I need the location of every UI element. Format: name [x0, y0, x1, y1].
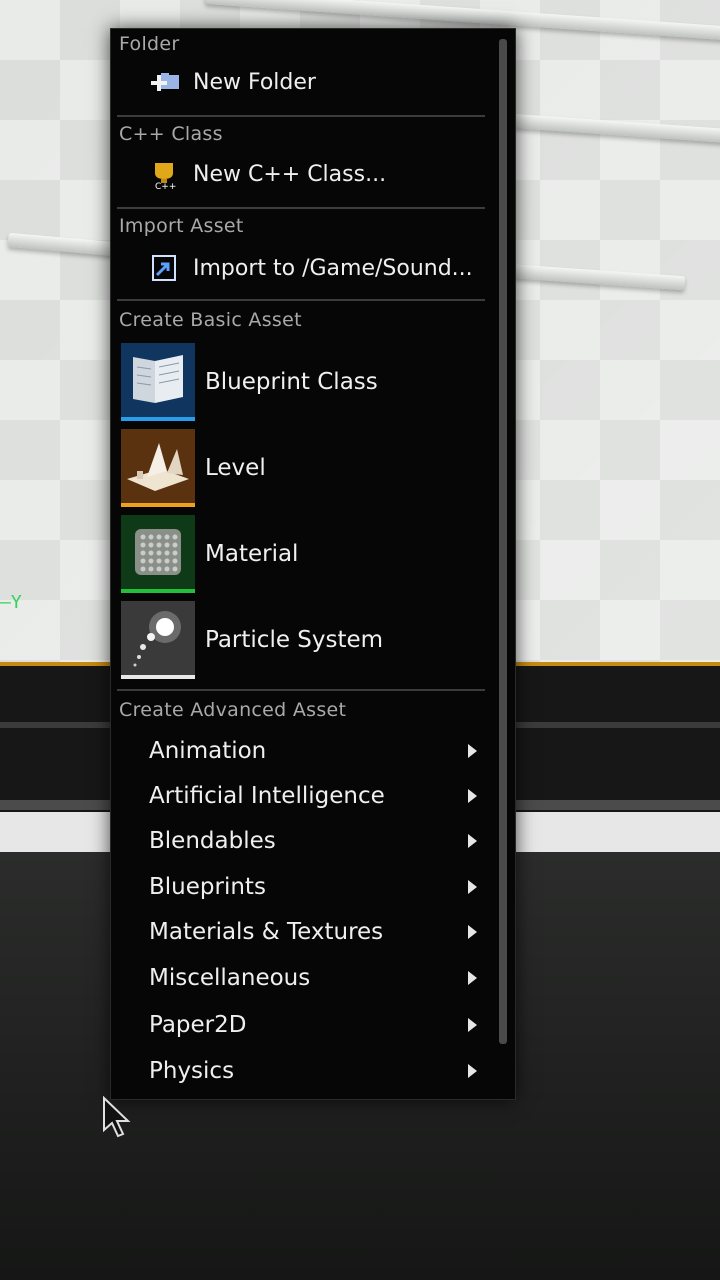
particle-system-icon — [121, 601, 195, 679]
folder-add-icon — [149, 67, 181, 97]
axis-indicator: —Y — [0, 592, 22, 613]
add-new-context-menu: Folder New Folder C++ Class C++ New C++ … — [110, 28, 516, 1100]
mouse-cursor-icon — [103, 1096, 131, 1138]
chevron-right-icon — [468, 971, 477, 985]
material-icon — [121, 515, 195, 593]
chevron-right-icon — [468, 834, 477, 848]
level-item[interactable]: Level — [121, 429, 481, 507]
submenu-label: Blendables — [149, 828, 276, 854]
chevron-right-icon — [468, 925, 477, 939]
blueprint-class-item[interactable]: Blueprint Class — [121, 343, 481, 421]
submenu-label: Paper2D — [149, 1012, 247, 1038]
menu-scrollbar[interactable] — [499, 39, 507, 1044]
menu-separator — [117, 299, 485, 301]
new-folder-item[interactable]: New Folder — [149, 63, 316, 101]
level-label: Level — [205, 455, 266, 481]
menu-separator — [117, 689, 485, 691]
particle-system-label: Particle System — [205, 627, 384, 653]
cpp-class-icon: C++ — [149, 159, 181, 192]
submenu-label: Blueprints — [149, 874, 266, 900]
section-header-import: Import Asset — [119, 215, 244, 237]
menu-separator — [117, 207, 485, 209]
scene-beam — [504, 263, 686, 291]
chevron-right-icon — [468, 880, 477, 894]
chevron-right-icon — [468, 789, 477, 803]
new-cpp-class-item[interactable]: C++ New C++ Class... — [149, 155, 386, 193]
material-label: Material — [205, 541, 299, 567]
blueprint-class-icon — [121, 343, 195, 421]
menu-separator — [117, 115, 485, 117]
particle-system-item[interactable]: Particle System — [121, 601, 481, 679]
section-header-advanced: Create Advanced Asset — [119, 699, 347, 721]
chevron-right-icon — [468, 744, 477, 758]
submenu-label: Physics — [149, 1058, 235, 1084]
chevron-right-icon — [468, 1064, 477, 1078]
section-header-folder: Folder — [119, 33, 180, 55]
import-asset-item[interactable]: Import to /Game/Sound... — [149, 249, 473, 287]
submenu-label: Miscellaneous — [149, 965, 311, 991]
new-folder-label: New Folder — [193, 69, 316, 95]
chevron-right-icon — [468, 1018, 477, 1032]
submenu-label: Materials & Textures — [149, 919, 384, 945]
submenu-blueprints[interactable]: Blueprints — [149, 867, 479, 907]
submenu-paper2d[interactable]: Paper2D — [149, 1005, 479, 1045]
submenu-artificial-intelligence[interactable]: Artificial Intelligence — [149, 776, 479, 816]
blueprint-class-label: Blueprint Class — [205, 369, 378, 395]
submenu-miscellaneous[interactable]: Miscellaneous — [149, 958, 479, 998]
submenu-label: Animation — [149, 738, 267, 764]
section-header-basic: Create Basic Asset — [119, 309, 302, 331]
section-header-cpp: C++ Class — [119, 123, 223, 145]
import-icon — [149, 253, 181, 283]
submenu-materials-textures[interactable]: Materials & Textures — [149, 912, 479, 952]
level-icon — [121, 429, 195, 507]
submenu-physics[interactable]: Physics — [149, 1051, 479, 1091]
import-label: Import to /Game/Sound... — [193, 255, 473, 281]
svg-text:C++: C++ — [155, 182, 176, 189]
new-cpp-class-label: New C++ Class... — [193, 161, 387, 187]
submenu-label: Artificial Intelligence — [149, 783, 385, 809]
submenu-blendables[interactable]: Blendables — [149, 821, 479, 861]
material-item[interactable]: Material — [121, 515, 481, 593]
submenu-animation[interactable]: Animation — [149, 731, 479, 771]
